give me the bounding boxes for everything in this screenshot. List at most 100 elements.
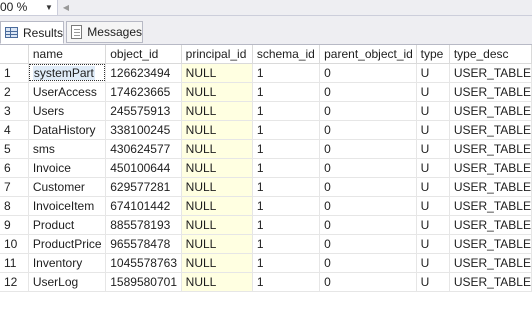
- cell-parent-object-id[interactable]: 0: [319, 272, 417, 292]
- cell-schema-id[interactable]: 1: [252, 234, 321, 254]
- cell-principal-id[interactable]: NULL: [181, 120, 253, 140]
- cell-parent-object-id[interactable]: 0: [319, 215, 417, 235]
- row-number[interactable]: 4: [0, 120, 29, 140]
- cell-type-desc[interactable]: USER_TABLE: [449, 158, 532, 178]
- cell-object-id[interactable]: 245575913: [105, 101, 182, 121]
- row-number[interactable]: 10: [0, 234, 29, 254]
- cell-name[interactable]: Inventory: [28, 253, 107, 273]
- cell-object-id[interactable]: 430624577: [105, 139, 182, 159]
- cell-schema-id[interactable]: 1: [252, 177, 321, 197]
- cell-name[interactable]: Invoice: [28, 158, 107, 178]
- cell-principal-id[interactable]: NULL: [181, 158, 253, 178]
- cell-type-desc[interactable]: USER_TABLE: [449, 253, 532, 273]
- cell-object-id[interactable]: 674101442: [105, 196, 182, 216]
- row-number[interactable]: 3: [0, 101, 29, 121]
- cell-type[interactable]: U: [416, 82, 450, 102]
- cell-parent-object-id[interactable]: 0: [319, 101, 417, 121]
- results-grid[interactable]: name object_id principal_id schema_id pa…: [0, 44, 532, 322]
- cell-type-desc[interactable]: USER_TABLE: [449, 101, 532, 121]
- cell-type[interactable]: U: [416, 196, 450, 216]
- cell-principal-id[interactable]: NULL: [181, 101, 253, 121]
- cell-parent-object-id[interactable]: 0: [319, 177, 417, 197]
- cell-type-desc[interactable]: USER_TABLE: [449, 139, 532, 159]
- cell-parent-object-id[interactable]: 0: [319, 253, 417, 273]
- table-row[interactable]: 7 Customer 629577281 NULL 1 0 U USER_TABLE: [0, 177, 532, 197]
- row-number[interactable]: 2: [0, 82, 29, 102]
- cell-type[interactable]: U: [416, 234, 450, 254]
- cell-principal-id[interactable]: NULL: [181, 177, 253, 197]
- cell-name[interactable]: DataHistory: [28, 120, 107, 140]
- cell-name[interactable]: sms: [28, 139, 107, 159]
- cell-type[interactable]: U: [416, 101, 450, 121]
- table-row[interactable]: 1 systemPart 126623494 NULL 1 0 U USER_TABLE: [0, 63, 532, 83]
- cell-schema-id[interactable]: 1: [252, 253, 321, 273]
- cell-object-id[interactable]: 450100644: [105, 158, 182, 178]
- cell-type-desc[interactable]: USER_TABLE: [449, 215, 532, 235]
- cell-schema-id[interactable]: 1: [252, 272, 321, 292]
- cell-parent-object-id[interactable]: 0: [319, 196, 417, 216]
- cell-type[interactable]: U: [416, 158, 450, 178]
- table-row[interactable]: 2 UserAccess 174623665 NULL 1 0 U USER_TABLE: [0, 82, 532, 102]
- table-row[interactable]: 5 sms 430624577 NULL 1 0 U USER_TABLE: [0, 139, 532, 159]
- cell-parent-object-id[interactable]: 0: [319, 120, 417, 140]
- cell-type[interactable]: U: [416, 253, 450, 273]
- cell-schema-id[interactable]: 1: [252, 101, 321, 121]
- row-number[interactable]: 5: [0, 139, 29, 159]
- cell-parent-object-id[interactable]: 0: [319, 63, 417, 83]
- cell-type[interactable]: U: [416, 63, 450, 83]
- cell-object-id[interactable]: 338100245: [105, 120, 182, 140]
- row-number[interactable]: 12: [0, 272, 29, 292]
- column-header-object-id[interactable]: object_id: [105, 45, 182, 64]
- cell-principal-id[interactable]: NULL: [181, 272, 253, 292]
- cell-type[interactable]: U: [416, 139, 450, 159]
- table-row[interactable]: 3 Users 245575913 NULL 1 0 U USER_TABLE: [0, 101, 532, 121]
- cell-type-desc[interactable]: USER_TABLE: [449, 272, 532, 292]
- cell-name[interactable]: Product: [28, 215, 107, 235]
- cell-parent-object-id[interactable]: 0: [319, 82, 417, 102]
- cell-schema-id[interactable]: 1: [252, 158, 321, 178]
- cell-principal-id[interactable]: NULL: [181, 234, 253, 254]
- cell-schema-id[interactable]: 1: [252, 196, 321, 216]
- cell-type-desc[interactable]: USER_TABLE: [449, 234, 532, 254]
- table-row[interactable]: 4 DataHistory 338100245 NULL 1 0 U USER_TABLE: [0, 120, 532, 140]
- cell-schema-id[interactable]: 1: [252, 215, 321, 235]
- column-header-principal-id[interactable]: principal_id: [181, 45, 253, 64]
- cell-parent-object-id[interactable]: 0: [319, 234, 417, 254]
- cell-name[interactable]: systemPart: [28, 63, 107, 83]
- tab-messages[interactable]: Messages: [66, 21, 143, 43]
- chevron-down-icon[interactable]: ▼: [42, 1, 56, 14]
- cell-object-id[interactable]: 126623494: [105, 63, 182, 83]
- cell-principal-id[interactable]: NULL: [181, 139, 253, 159]
- cell-object-id[interactable]: 965578478: [105, 234, 182, 254]
- cell-type-desc[interactable]: USER_TABLE: [449, 177, 532, 197]
- cell-name[interactable]: Customer: [28, 177, 107, 197]
- cell-object-id[interactable]: 1589580701: [105, 272, 182, 292]
- cell-principal-id[interactable]: NULL: [181, 196, 253, 216]
- cell-parent-object-id[interactable]: 0: [319, 158, 417, 178]
- cell-object-id[interactable]: 174623665: [105, 82, 182, 102]
- scroll-left-icon[interactable]: ◀: [60, 1, 72, 14]
- cell-type-desc[interactable]: USER_TABLE: [449, 82, 532, 102]
- cell-schema-id[interactable]: 1: [252, 63, 321, 83]
- cell-name[interactable]: InvoiceItem: [28, 196, 107, 216]
- table-row[interactable]: 11 Inventory 1045578763 NULL 1 0 U USER_TABLE: [0, 253, 532, 273]
- cell-name[interactable]: Users: [28, 101, 107, 121]
- row-number[interactable]: 1: [0, 63, 29, 83]
- row-number[interactable]: 9: [0, 215, 29, 235]
- column-header-schema-id[interactable]: schema_id: [252, 45, 321, 64]
- cell-principal-id[interactable]: NULL: [181, 215, 253, 235]
- row-number[interactable]: 11: [0, 253, 29, 273]
- cell-schema-id[interactable]: 1: [252, 120, 321, 140]
- column-header-parent-object-id[interactable]: parent_object_id: [319, 45, 417, 64]
- cell-type-desc[interactable]: USER_TABLE: [449, 196, 532, 216]
- row-number-header[interactable]: [0, 45, 29, 64]
- cell-type-desc[interactable]: USER_TABLE: [449, 63, 532, 83]
- row-number[interactable]: 8: [0, 196, 29, 216]
- cell-type[interactable]: U: [416, 177, 450, 197]
- column-header-name[interactable]: name: [28, 45, 107, 64]
- cell-schema-id[interactable]: 1: [252, 82, 321, 102]
- table-row[interactable]: 9 Product 885578193 NULL 1 0 U USER_TABLE: [0, 215, 532, 235]
- row-number[interactable]: 7: [0, 177, 29, 197]
- cell-type-desc[interactable]: USER_TABLE: [449, 120, 532, 140]
- cell-principal-id[interactable]: NULL: [181, 63, 253, 83]
